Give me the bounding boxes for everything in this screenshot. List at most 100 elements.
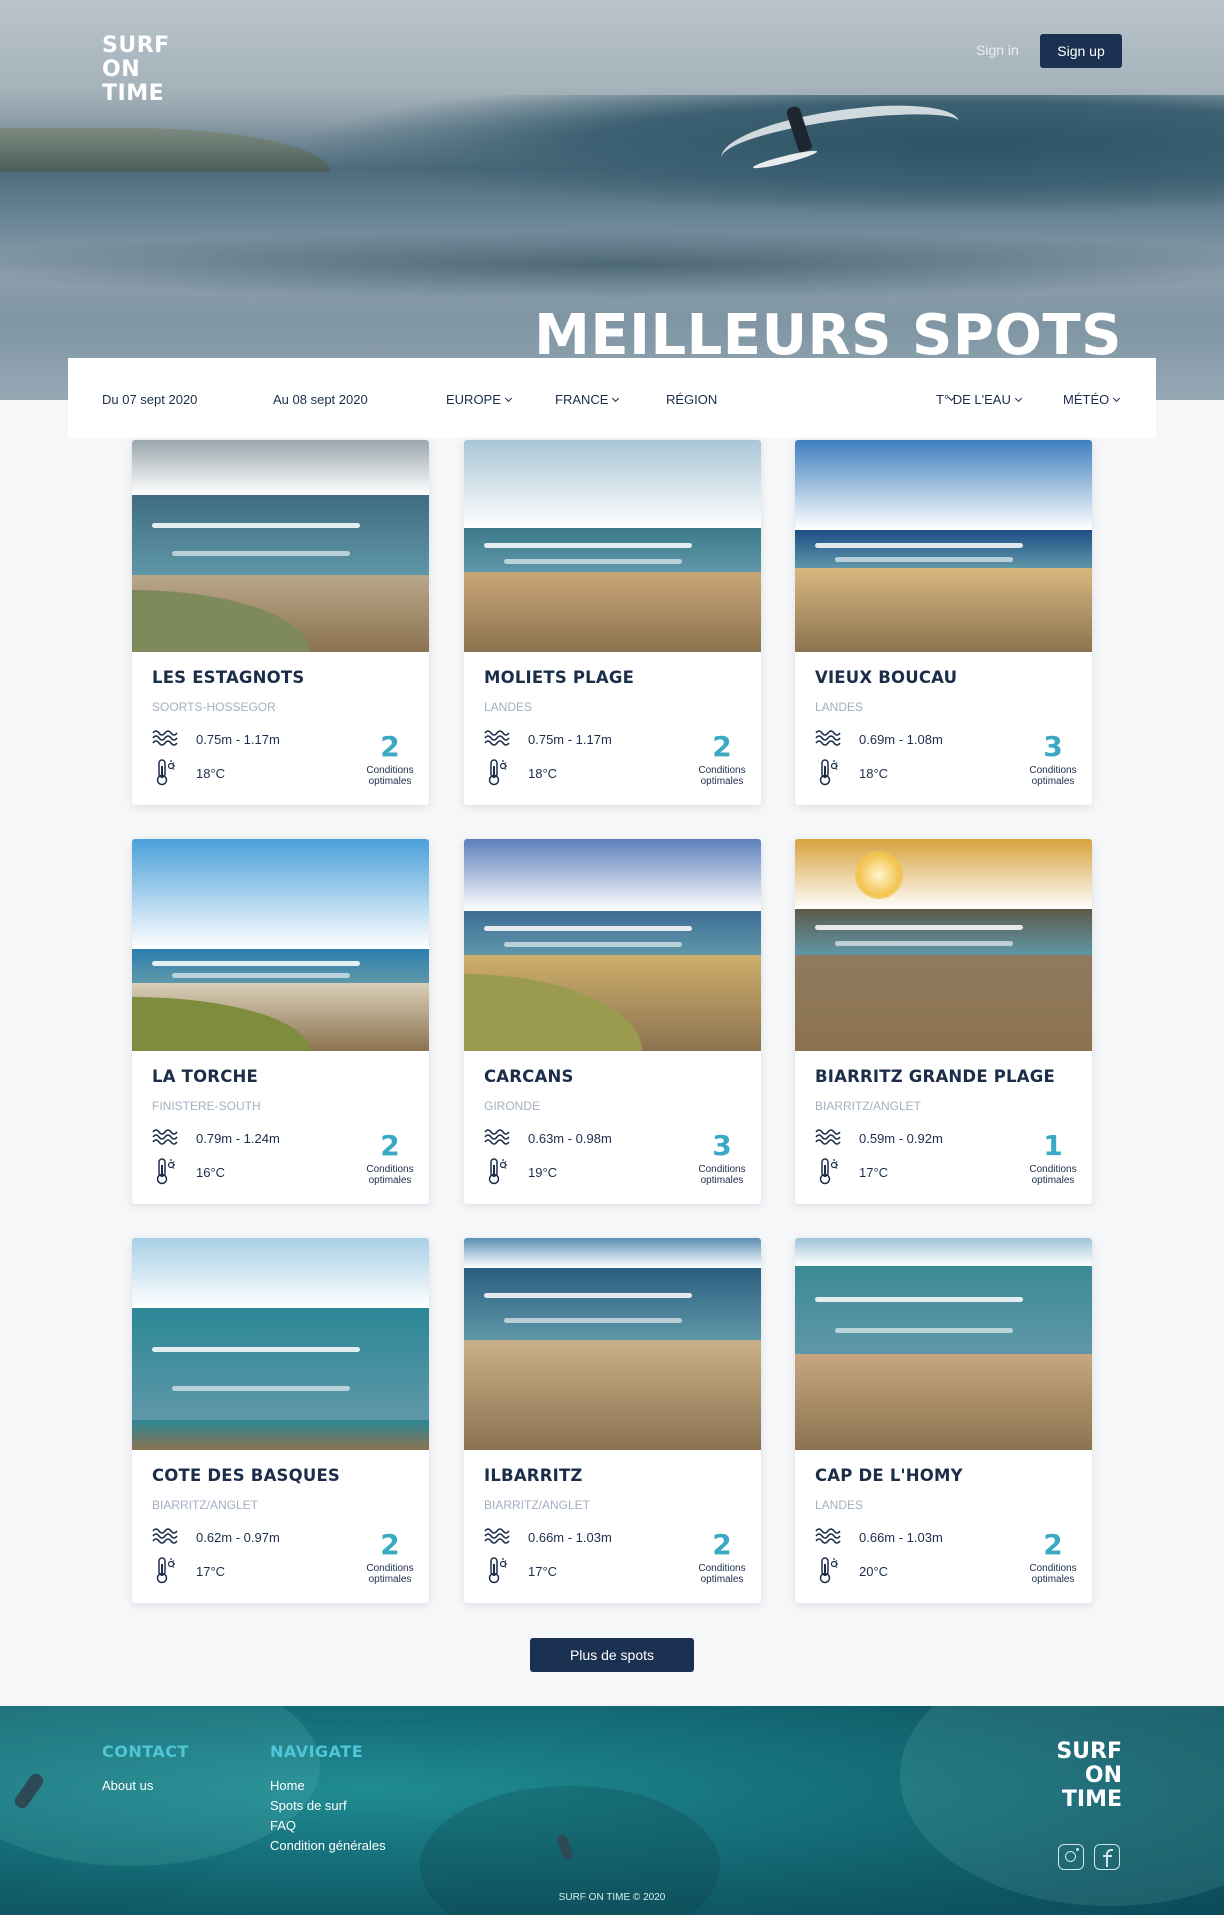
water-temp-select[interactable]: T° DE L'EAU: [936, 392, 1022, 407]
spot-card[interactable]: VIEUX BOUCAU LANDES 0.69m - 1.08m 18°C 3 Cond…: [795, 440, 1092, 805]
conditions-label-line: Conditions: [698, 1164, 746, 1175]
thermometer-sun-icon: [486, 1157, 508, 1185]
region-select[interactable]: RÉGION: [666, 392, 958, 407]
filter-bar: Du 07 sept 2020 Au 08 sept 2020 EUROPE F…: [68, 358, 1156, 438]
weather-select[interactable]: MÉTÉO: [1063, 392, 1121, 407]
page-title: MEILLEURS SPOTS: [534, 303, 1122, 368]
footer-link-home[interactable]: Home: [270, 1778, 305, 1793]
wave-icon: [815, 1125, 841, 1145]
water-temperature: 16°C: [196, 1165, 226, 1180]
facebook-icon[interactable]: [1094, 1844, 1120, 1870]
signup-button[interactable]: Sign up: [1040, 34, 1122, 68]
conditions-label-line: Conditions: [366, 1164, 414, 1175]
thermometer-sun-icon: [817, 1556, 839, 1584]
wave-height: 0.62m - 0.97m: [196, 1530, 280, 1545]
conditions-label: Conditions optimales: [682, 765, 761, 787]
wave-icon: [152, 726, 178, 746]
spot-region: LANDES: [815, 700, 864, 714]
conditions-label: Conditions optimales: [350, 1563, 429, 1585]
footer-link-about[interactable]: About us: [102, 1778, 153, 1793]
water-temperature: 20°C: [859, 1564, 889, 1579]
spot-card[interactable]: ILBARRITZ BIARRITZ/ANGLET 0.66m - 1.03m 17°…: [464, 1238, 761, 1603]
wave-height: 0.63m - 0.98m: [528, 1131, 612, 1146]
water-temperature: 18°C: [859, 766, 889, 781]
chevron-down-icon: [1014, 394, 1022, 403]
logo-line: SURF: [1056, 1739, 1122, 1764]
spot-card[interactable]: MOLIETS PLAGE LANDES 0.75m - 1.17m 18°C 2 Con…: [464, 440, 761, 805]
wave-icon: [484, 1524, 510, 1544]
footer-logo[interactable]: SURF ON TIME: [1056, 1740, 1122, 1812]
date-to-filter[interactable]: Au 08 sept 2020: [273, 392, 368, 407]
hero-banner: SURF ON TIME Sign in Sign up MEILLEURS S…: [0, 0, 1224, 400]
spot-photo: [132, 839, 429, 1051]
more-spots-button[interactable]: Plus de spots: [530, 1638, 694, 1672]
date-from-filter[interactable]: Du 07 sept 2020: [102, 392, 197, 407]
footer: CONTACT About us NAVIGATE Home Spots de …: [0, 1706, 1224, 1915]
site-logo[interactable]: SURF ON TIME: [102, 34, 170, 106]
thermometer-sun-icon: [154, 1157, 176, 1185]
conditions-label-line: Conditions: [1029, 1563, 1077, 1574]
spot-region: LANDES: [815, 1498, 864, 1512]
continent-label: EUROPE: [446, 392, 501, 407]
spot-name: VIEUX BOUCAU: [815, 668, 958, 687]
conditions-label: Conditions optimales: [350, 765, 429, 787]
thermometer-sun-icon: [817, 758, 839, 786]
spot-card[interactable]: COTE DES BASQUES BIARRITZ/ANGLET 0.62m - 0…: [132, 1238, 429, 1603]
country-label: FRANCE: [555, 392, 609, 407]
wave-icon: [815, 726, 841, 746]
spot-card[interactable]: CAP DE L'HOMY LANDES 0.66m - 1.03m 20°C 2 Con…: [795, 1238, 1092, 1603]
conditions-score: 2: [380, 1129, 400, 1162]
contact-heading: CONTACT: [102, 1742, 189, 1761]
spot-region: BIARRITZ/ANGLET: [815, 1099, 922, 1113]
conditions-label-line: optimales: [1031, 1175, 1075, 1186]
conditions-label: Conditions optimales: [350, 1164, 429, 1186]
footer-link-faq[interactable]: FAQ: [270, 1818, 296, 1833]
hero-coastline: [0, 128, 330, 172]
conditions-label-line: Conditions: [698, 765, 746, 776]
spot-photo: [132, 440, 429, 652]
spot-name: COTE DES BASQUES: [152, 1466, 341, 1485]
conditions-label-line: optimales: [700, 1175, 744, 1186]
spot-region: BIARRITZ/ANGLET: [484, 1498, 591, 1512]
conditions-label: Conditions optimales: [1013, 765, 1092, 787]
weather-label: MÉTÉO: [1063, 392, 1110, 407]
water-temperature: 17°C: [528, 1564, 558, 1579]
wave-icon: [152, 1125, 178, 1145]
spot-name: LA TORCHE: [152, 1067, 259, 1086]
conditions-label-line: Conditions: [1029, 765, 1077, 776]
water-temperature: 18°C: [196, 766, 226, 781]
wave-height: 0.75m - 1.17m: [196, 732, 280, 747]
spot-photo: [795, 839, 1092, 1051]
chevron-down-icon: [504, 394, 512, 403]
wave-height: 0.66m - 1.03m: [528, 1530, 612, 1545]
conditions-score: 2: [1043, 1528, 1063, 1561]
spot-card[interactable]: LES ESTAGNOTS SOORTS-HOSSEGOR 0.75m - 1.17…: [132, 440, 429, 805]
footer-link-conditions[interactable]: Condition générales: [270, 1838, 386, 1853]
spot-photo: [795, 1238, 1092, 1450]
instagram-icon[interactable]: [1058, 1844, 1084, 1870]
thermometer-sun-icon: [817, 1157, 839, 1185]
conditions-label: Conditions optimales: [1013, 1164, 1092, 1186]
footer-link-spots[interactable]: Spots de surf: [270, 1798, 347, 1813]
wave-height: 0.69m - 1.08m: [859, 732, 943, 747]
navigate-heading: NAVIGATE: [270, 1742, 364, 1761]
spot-name: LES ESTAGNOTS: [152, 668, 305, 687]
country-select[interactable]: FRANCE: [555, 392, 620, 407]
signin-link[interactable]: Sign in: [976, 42, 1019, 58]
spot-card[interactable]: CARCANS GIRONDE 0.63m - 0.98m 19°C 3 Conditio…: [464, 839, 761, 1204]
continent-select[interactable]: EUROPE: [446, 392, 512, 407]
wave-height: 0.59m - 0.92m: [859, 1131, 943, 1146]
spot-name: MOLIETS PLAGE: [484, 668, 635, 687]
conditions-score: 3: [1043, 730, 1063, 763]
wave-icon: [484, 726, 510, 746]
date-to-label: Au 08 sept 2020: [273, 392, 368, 407]
spot-region: BIARRITZ/ANGLET: [152, 1498, 259, 1512]
spot-card[interactable]: BIARRITZ GRANDE PLAGE BIARRITZ/ANGLET 0.59…: [795, 839, 1092, 1204]
copyright: SURF ON TIME © 2020: [558, 1892, 666, 1903]
date-from-label: Du 07 sept 2020: [102, 392, 198, 407]
conditions-score: 3: [712, 1129, 732, 1162]
thermometer-sun-icon: [154, 758, 176, 786]
spot-card[interactable]: LA TORCHE FINISTERE-SOUTH 0.79m - 1.24m 16°…: [132, 839, 429, 1204]
spot-name: CAP DE L'HOMY: [815, 1466, 963, 1485]
logo-line: ON: [102, 57, 141, 82]
